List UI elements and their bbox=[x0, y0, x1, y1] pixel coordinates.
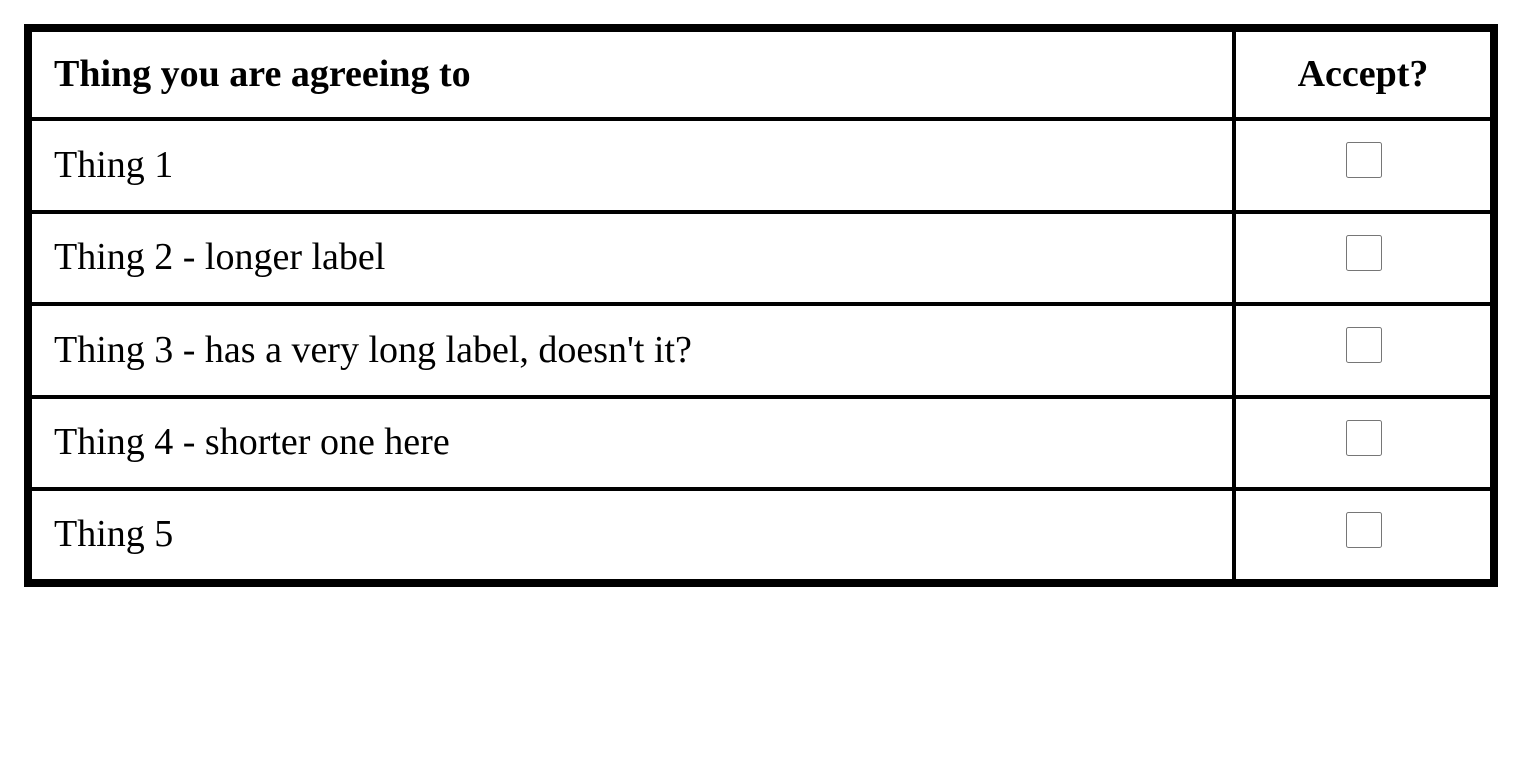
accept-checkbox[interactable] bbox=[1346, 235, 1382, 271]
accept-cell bbox=[1234, 489, 1494, 583]
agreement-table: Thing you are agreeing to Accept? Thing … bbox=[24, 24, 1498, 587]
thing-label: Thing 1 bbox=[28, 119, 1234, 211]
thing-label: Thing 2 - longer label bbox=[28, 212, 1234, 304]
thing-label: Thing 4 - shorter one here bbox=[28, 397, 1234, 489]
table-header-row: Thing you are agreeing to Accept? bbox=[28, 28, 1494, 119]
accept-cell bbox=[1234, 397, 1494, 489]
table-row: Thing 2 - longer label bbox=[28, 212, 1494, 304]
accept-checkbox[interactable] bbox=[1346, 420, 1382, 456]
table-row: Thing 5 bbox=[28, 489, 1494, 583]
table-row: Thing 4 - shorter one here bbox=[28, 397, 1494, 489]
accept-checkbox[interactable] bbox=[1346, 142, 1382, 178]
thing-label: Thing 3 - has a very long label, doesn't… bbox=[28, 304, 1234, 396]
column-header-accept: Accept? bbox=[1234, 28, 1494, 119]
accept-cell bbox=[1234, 212, 1494, 304]
accept-cell bbox=[1234, 119, 1494, 211]
table-row: Thing 3 - has a very long label, doesn't… bbox=[28, 304, 1494, 396]
accept-checkbox[interactable] bbox=[1346, 327, 1382, 363]
column-header-thing: Thing you are agreeing to bbox=[28, 28, 1234, 119]
accept-cell bbox=[1234, 304, 1494, 396]
accept-checkbox[interactable] bbox=[1346, 512, 1382, 548]
thing-label: Thing 5 bbox=[28, 489, 1234, 583]
table-row: Thing 1 bbox=[28, 119, 1494, 211]
